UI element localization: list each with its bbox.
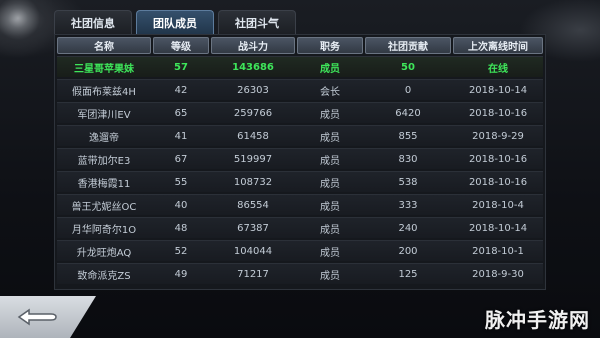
member-contribution: 830 [398, 154, 418, 165]
member-last-offline: 2018-9-30 [472, 269, 524, 280]
member-power: 86554 [237, 200, 269, 211]
members-table: 名称 等级 战斗力 职务 社团贡献 上次离线时间 三星哥苹果妹 57 143686 成… [54, 34, 546, 290]
member-last-offline: 2018-10-4 [472, 200, 524, 211]
table-row[interactable]: 军团津川EV 65 259766 成员 6420 2018-10-16 [57, 102, 543, 123]
member-last-offline: 2018-10-14 [468, 223, 528, 234]
column-header-contribution[interactable]: 社团贡献 [365, 37, 451, 54]
member-last-offline: 在线 [488, 64, 508, 75]
member-name: 蓝带加尔E3 [77, 156, 131, 167]
tab-bar: 社团信息 团队成员 社团斗气 [54, 10, 300, 34]
member-contribution: 200 [398, 246, 418, 257]
member-name: 假面布莱兹4H [72, 87, 136, 98]
member-contribution: 855 [398, 131, 418, 142]
member-level: 67 [174, 154, 188, 165]
member-contribution: 50 [401, 62, 415, 73]
table-header: 名称 等级 战斗力 职务 社团贡献 上次离线时间 [55, 35, 545, 55]
member-name: 兽王尤妮丝OC [71, 202, 137, 213]
member-name: 军团津川EV [77, 110, 131, 121]
member-name: 三星哥苹果妹 [74, 64, 134, 75]
table-row[interactable]: 致命派克ZS 49 71217 成员 125 2018-9-30 [57, 263, 543, 284]
column-header-level[interactable]: 等级 [153, 37, 209, 54]
column-header-role[interactable]: 职务 [297, 37, 363, 54]
member-level: 57 [174, 62, 188, 73]
member-level: 65 [174, 108, 188, 119]
member-name: 香港梅霞11 [77, 179, 131, 190]
member-role: 成员 [320, 156, 340, 167]
member-name: 逸遛帝 [89, 133, 119, 144]
column-header-last-offline[interactable]: 上次离线时间 [453, 37, 543, 54]
member-role: 成员 [320, 271, 340, 282]
member-level: 52 [174, 246, 188, 257]
member-name: 致命派克ZS [77, 271, 131, 282]
member-name: 月华阿奇尔1O [71, 225, 137, 236]
table-row[interactable]: 升龙旺炮AQ 52 104044 成员 200 2018-10-1 [57, 240, 543, 261]
member-role: 成员 [320, 133, 340, 144]
column-header-power[interactable]: 战斗力 [211, 37, 295, 54]
member-power: 71217 [237, 269, 269, 280]
member-power: 26303 [237, 85, 269, 96]
member-contribution: 0 [404, 85, 412, 96]
member-power: 61458 [237, 131, 269, 142]
member-contribution: 538 [398, 177, 418, 188]
member-last-offline: 2018-10-16 [468, 108, 528, 119]
table-row[interactable]: 蓝带加尔E3 67 519997 成员 830 2018-10-16 [57, 148, 543, 169]
member-role: 会长 [320, 87, 340, 98]
member-power: 259766 [233, 108, 273, 119]
member-last-offline: 2018-10-1 [472, 246, 524, 257]
member-role: 成员 [320, 179, 340, 190]
member-contribution: 6420 [395, 108, 421, 119]
member-contribution: 125 [398, 269, 418, 280]
back-arrow-icon [17, 308, 57, 326]
member-level: 49 [174, 269, 188, 280]
member-level: 48 [174, 223, 188, 234]
member-power: 104044 [233, 246, 273, 257]
member-last-offline: 2018-10-16 [468, 154, 528, 165]
member-role: 成员 [320, 110, 340, 121]
member-power: 67387 [237, 223, 269, 234]
column-header-name[interactable]: 名称 [57, 37, 151, 54]
member-role: 成员 [320, 225, 340, 236]
member-role: 成员 [320, 202, 340, 213]
corner-ornament [0, 0, 60, 60]
tab-team-members[interactable]: 团队成员 [136, 10, 214, 34]
member-role: 成员 [320, 248, 340, 259]
tab-club-battle[interactable]: 社团斗气 [218, 10, 296, 34]
member-last-offline: 2018-10-14 [468, 85, 528, 96]
member-level: 40 [174, 200, 188, 211]
member-role: 成员 [320, 64, 340, 75]
table-row[interactable]: 月华阿奇尔1O 48 67387 成员 240 2018-10-14 [57, 217, 543, 238]
table-row[interactable]: 香港梅霞11 55 108732 成员 538 2018-10-16 [57, 171, 543, 192]
watermark: 脉冲手游网 [485, 308, 590, 332]
member-contribution: 240 [398, 223, 418, 234]
back-button[interactable] [14, 306, 60, 328]
tab-club-info[interactable]: 社团信息 [54, 10, 132, 34]
member-power: 143686 [232, 62, 274, 73]
member-last-offline: 2018-10-16 [468, 177, 528, 188]
table-row[interactable]: 兽王尤妮丝OC 40 86554 成员 333 2018-10-4 [57, 194, 543, 215]
table-row[interactable]: 逸遛帝 41 61458 成员 855 2018-9-29 [57, 125, 543, 146]
member-power: 519997 [233, 154, 273, 165]
member-level: 42 [174, 85, 188, 96]
table-row[interactable]: 三星哥苹果妹 57 143686 成员 50 在线 [57, 56, 543, 77]
member-contribution: 333 [398, 200, 418, 211]
member-level: 41 [174, 131, 188, 142]
member-power: 108732 [233, 177, 273, 188]
member-name: 升龙旺炮AQ [76, 248, 132, 259]
table-row[interactable]: 假面布莱兹4H 42 26303 会长 0 2018-10-14 [57, 79, 543, 100]
member-level: 55 [174, 177, 188, 188]
member-last-offline: 2018-9-29 [472, 131, 524, 142]
